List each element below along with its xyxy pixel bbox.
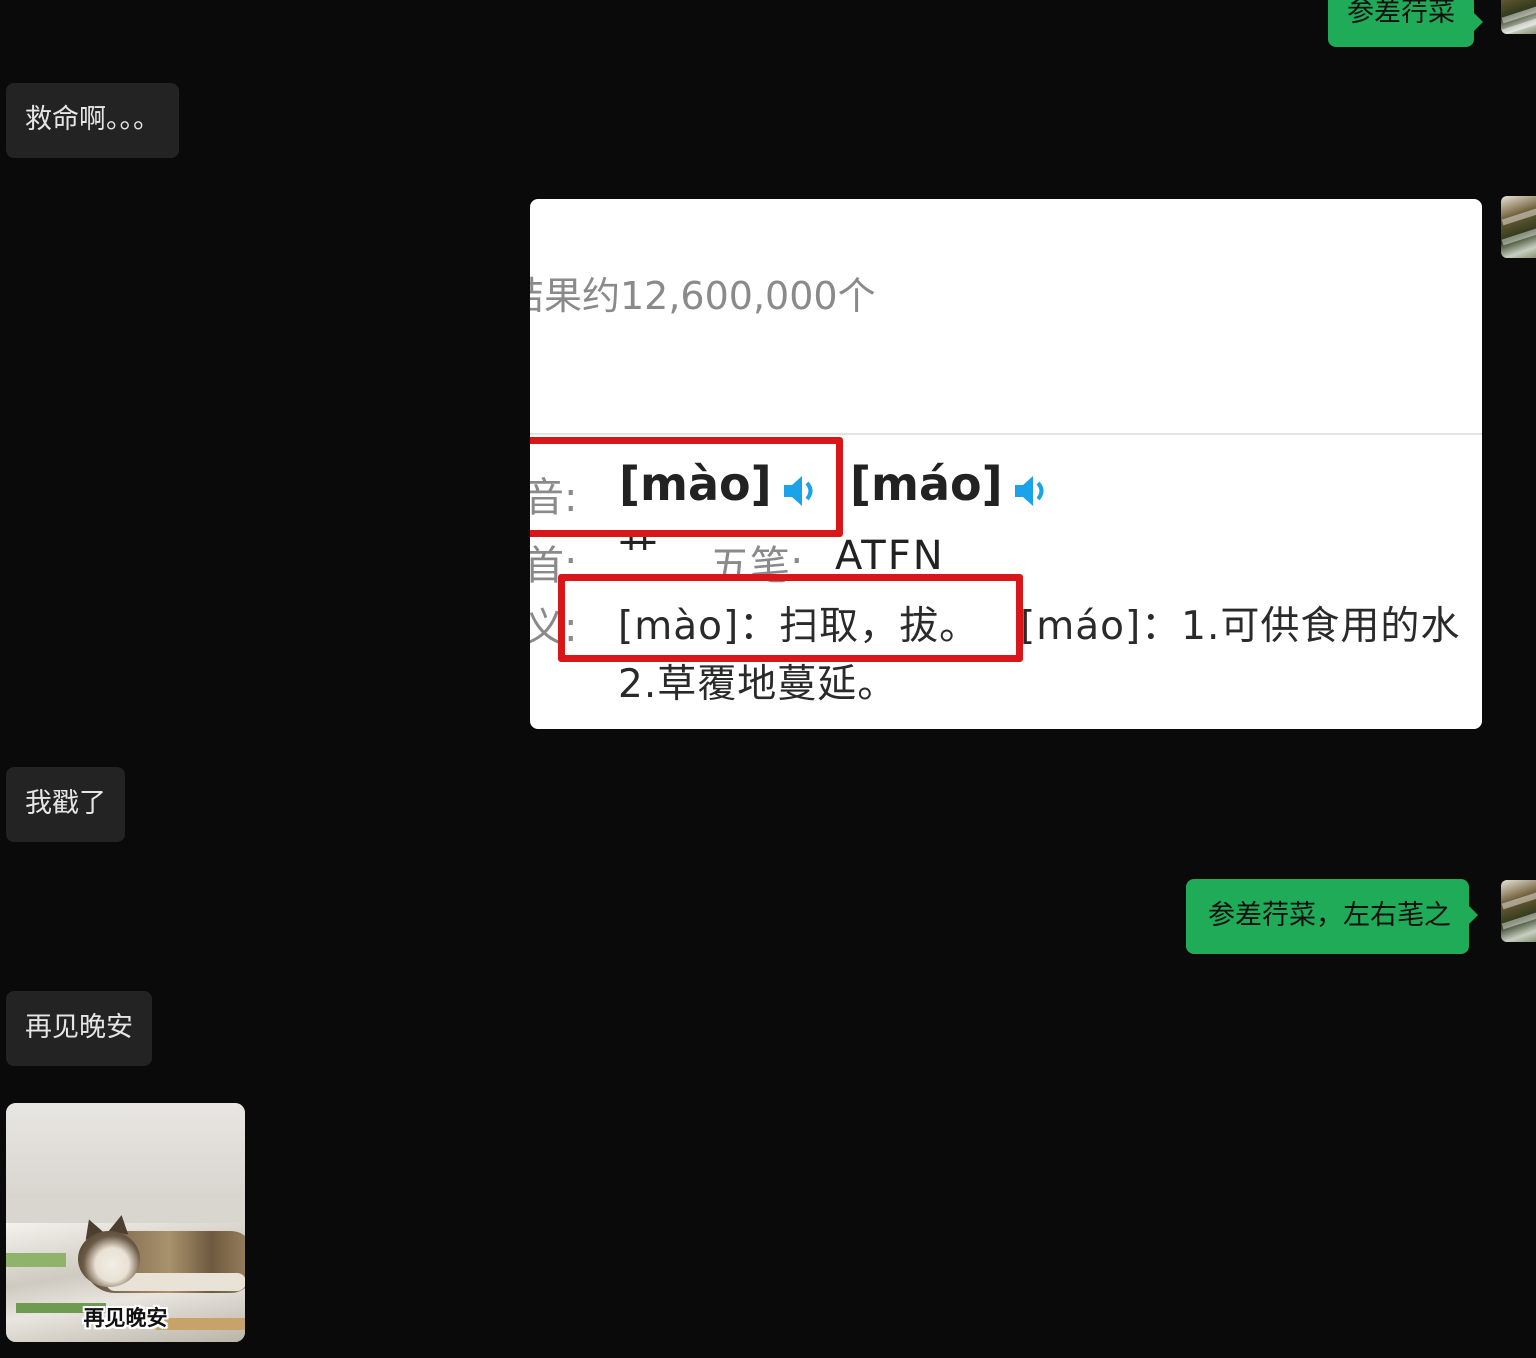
avatar[interactable] xyxy=(1501,0,1536,34)
message-text: 我戳了 xyxy=(25,788,106,819)
sticker-cat[interactable]: 再见晚安 xyxy=(6,1103,245,1342)
message-text: 救命啊。。。 xyxy=(25,104,160,135)
cat-head xyxy=(78,1231,140,1287)
chat-view: 参差荇菜 救命啊。。。 结果约12,600,000个 拼音: [mào] [má… xyxy=(0,0,1536,1358)
message-outgoing[interactable]: 参差荇菜 xyxy=(1328,0,1483,47)
message-incoming[interactable]: 我戳了 xyxy=(6,767,125,842)
image-message-dictionary-screenshot[interactable]: 结果约12,600,000个 拼音: [mào] [máo] 部首: 艹 五笔:… xyxy=(530,199,1482,729)
message-text: 参差荇菜 xyxy=(1347,0,1455,28)
sticker-caption: 再见晚安 xyxy=(83,1306,168,1330)
message-incoming[interactable]: 再见晚安 xyxy=(6,991,152,1066)
highlight-box-pinyin xyxy=(530,437,843,537)
sticker-book xyxy=(6,1253,66,1267)
divider xyxy=(530,433,1482,435)
search-result-count: 结果约12,600,000个 xyxy=(530,274,876,318)
speaker-icon[interactable] xyxy=(1011,471,1051,511)
avatar[interactable] xyxy=(1501,196,1536,258)
meaning-mao2: [máo]：1.可供食用的水 xyxy=(1020,604,1461,649)
message-text: 再见晚安 xyxy=(25,1012,133,1043)
highlight-box-meaning xyxy=(558,574,1023,662)
message-text: 参差荇菜，左右芼之 xyxy=(1208,900,1451,931)
wubi-value: ATFN xyxy=(835,533,945,579)
pinyin-mao2: [máo] xyxy=(850,457,1003,511)
avatar[interactable] xyxy=(1501,880,1536,942)
message-incoming[interactable]: 救命啊。。。 xyxy=(6,83,179,158)
message-outgoing[interactable]: 参差荇菜，左右芼之 xyxy=(1186,879,1478,954)
sticker-background xyxy=(6,1103,245,1198)
